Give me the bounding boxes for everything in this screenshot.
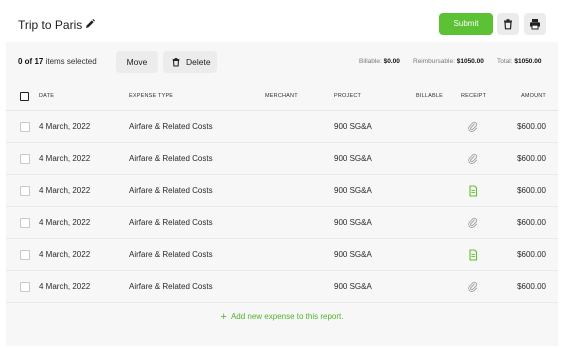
row-checkbox[interactable] <box>20 218 30 228</box>
column-receipt[interactable]: RECEIPT <box>461 93 486 99</box>
expense-type: Airfare & Related Costs <box>129 122 213 131</box>
table-row[interactable]: 4 March, 2022 Airfare & Related Costs 90… <box>6 271 558 303</box>
row-checkbox[interactable] <box>20 122 30 132</box>
expense-date: 4 March, 2022 <box>39 250 91 259</box>
column-billable[interactable]: BILLABLE <box>416 93 443 99</box>
add-expense-label: Add new expense to this report. <box>230 312 344 321</box>
expense-project: 900 SG&A <box>334 122 372 131</box>
table-row[interactable]: 4 March, 2022 Airfare & Related Costs 90… <box>6 111 558 143</box>
delete-button[interactable]: Delete <box>163 51 217 73</box>
row-checkbox[interactable] <box>20 186 30 196</box>
column-project[interactable]: PROJECT <box>334 93 361 99</box>
expense-type: Airfare & Related Costs <box>129 250 213 259</box>
expense-amount: $600.00 <box>517 154 546 163</box>
printer-icon <box>530 19 540 30</box>
expense-date: 4 March, 2022 <box>39 122 91 131</box>
column-amount[interactable]: AMOUNT <box>521 93 546 99</box>
row-checkbox[interactable] <box>20 282 30 292</box>
paperclip-icon[interactable] <box>467 216 479 228</box>
table-row[interactable]: 4 March, 2022 Airfare & Related Costs 90… <box>6 239 558 271</box>
expense-date: 4 March, 2022 <box>39 154 91 163</box>
trash-icon <box>172 58 180 67</box>
paperclip-icon[interactable] <box>467 120 479 132</box>
trash-icon <box>504 19 512 30</box>
add-expense-link[interactable]: + Add new expense to this report. <box>6 310 558 332</box>
expense-project: 900 SG&A <box>334 250 372 259</box>
reimbursable-total: Reimbursable: $1050.00 <box>413 58 484 65</box>
pencil-icon[interactable] <box>84 17 96 29</box>
expense-date: 4 March, 2022 <box>39 218 91 227</box>
selection-toolbar: 0 of 17 items selected Move Delete Billa… <box>6 44 558 80</box>
expense-date: 4 March, 2022 <box>39 282 91 291</box>
row-checkbox[interactable] <box>20 250 30 260</box>
document-icon[interactable] <box>467 184 479 197</box>
plus-icon: + <box>220 311 227 323</box>
expense-type: Airfare & Related Costs <box>129 154 213 163</box>
expense-amount: $600.00 <box>517 218 546 227</box>
expense-date: 4 March, 2022 <box>39 186 91 195</box>
table-row[interactable]: 4 March, 2022 Airfare & Related Costs 90… <box>6 175 558 207</box>
column-merchant[interactable]: MERCHANT <box>265 93 298 99</box>
expense-amount: $600.00 <box>517 122 546 131</box>
table-row[interactable]: 4 March, 2022 Airfare & Related Costs 90… <box>6 143 558 175</box>
expense-amount: $600.00 <box>517 250 546 259</box>
paperclip-icon[interactable] <box>467 152 479 164</box>
expense-type: Airfare & Related Costs <box>129 282 213 291</box>
selection-count: 0 of 17 items selected <box>18 57 97 66</box>
billable-total: Billable: $0.00 <box>359 58 400 65</box>
row-checkbox[interactable] <box>20 154 30 164</box>
report-title: Trip to Paris <box>18 18 83 32</box>
delete-button-label: Delete <box>186 57 211 67</box>
expense-type: Airfare & Related Costs <box>129 218 213 227</box>
expense-project: 900 SG&A <box>334 154 372 163</box>
expense-project: 900 SG&A <box>334 218 372 227</box>
delete-report-button[interactable] <box>497 13 519 35</box>
expense-amount: $600.00 <box>517 282 546 291</box>
grand-total: Total: $1050.00 <box>497 58 542 65</box>
select-all-checkbox[interactable] <box>20 92 29 101</box>
column-date[interactable]: DATE <box>39 93 54 99</box>
submit-button[interactable]: Submit <box>439 13 493 35</box>
document-icon[interactable] <box>467 248 479 261</box>
expense-type: Airfare & Related Costs <box>129 186 213 195</box>
print-button[interactable] <box>524 13 546 35</box>
expense-amount: $600.00 <box>517 186 546 195</box>
report-header: Trip to Paris Submit <box>6 4 558 42</box>
table-row[interactable]: 4 March, 2022 Airfare & Related Costs 90… <box>6 207 558 239</box>
expense-project: 900 SG&A <box>334 186 372 195</box>
column-expense-type[interactable]: EXPENSE TYPE <box>129 93 173 99</box>
move-button[interactable]: Move <box>116 51 158 73</box>
expense-project: 900 SG&A <box>334 282 372 291</box>
expense-report-panel: Trip to Paris Submit 0 of 17 items selec… <box>6 4 558 346</box>
paperclip-icon[interactable] <box>467 280 479 292</box>
table-header: DATE EXPENSE TYPE MERCHANT PROJECT BILLA… <box>6 82 558 111</box>
